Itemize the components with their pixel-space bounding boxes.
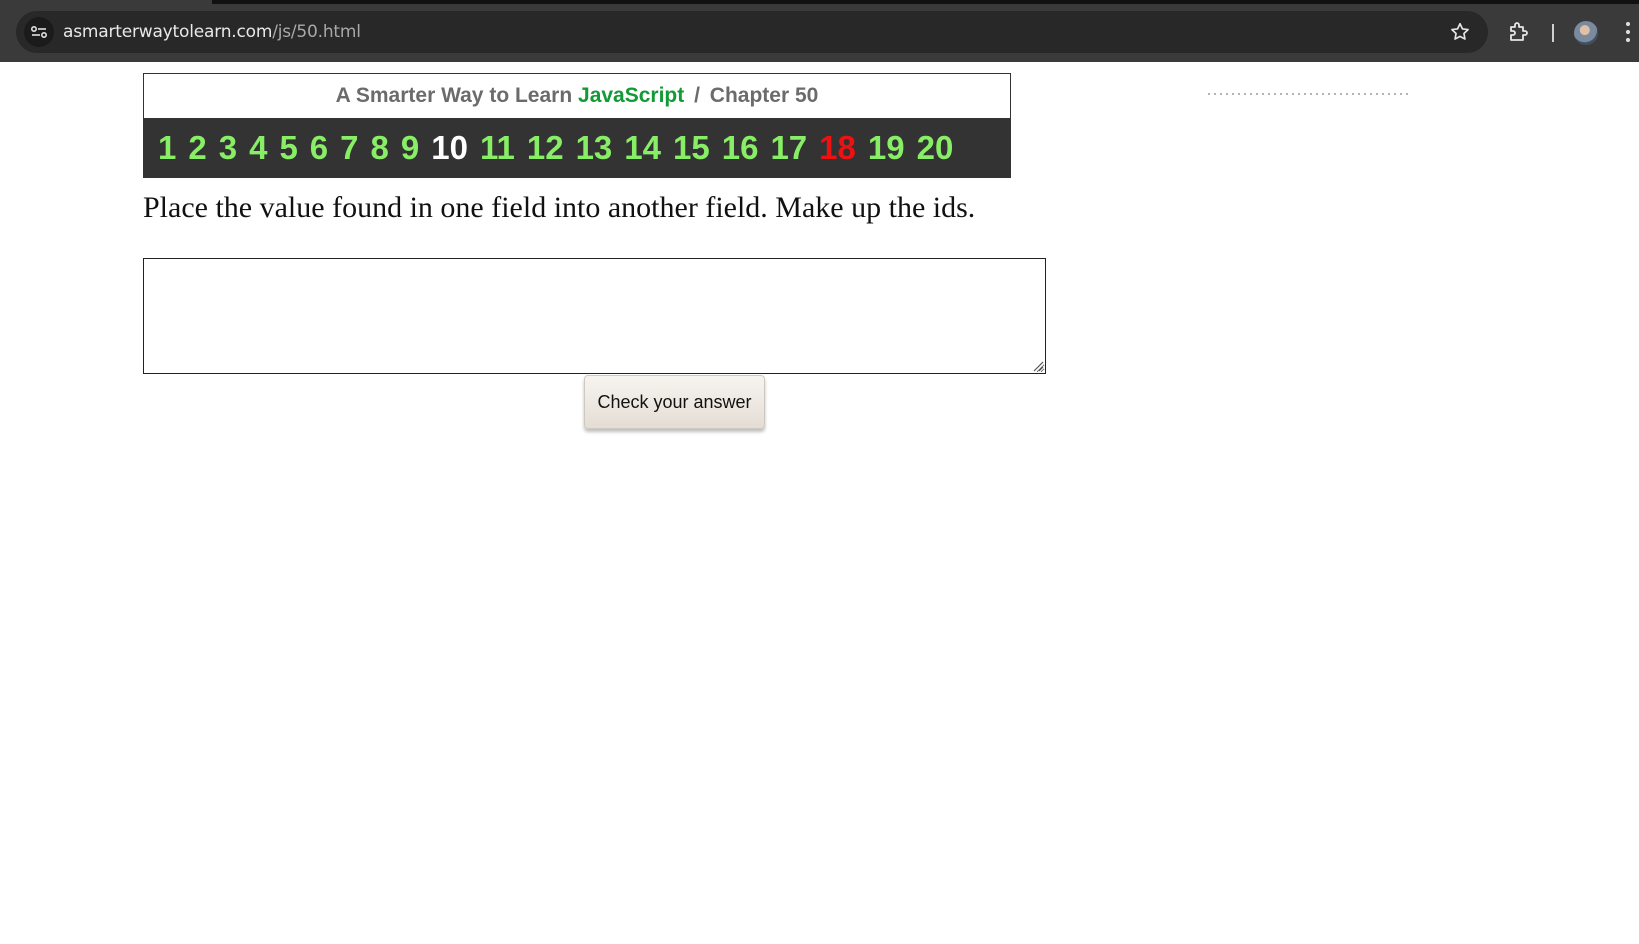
toolbar-divider xyxy=(1552,24,1554,42)
browser-toolbar: asmarterwaytolearn.com/js/50.html xyxy=(0,0,1639,62)
exercise-link-10[interactable]: 10 xyxy=(431,118,468,178)
exercise-number-nav: 1 2 3 4 5 6 7 8 9 10 11 12 13 14 15 16 17 18 19 20 xyxy=(144,118,1010,178)
exercise-link-8[interactable]: 8 xyxy=(371,118,389,178)
exercise-link-4[interactable]: 4 xyxy=(249,118,267,178)
extensions-puzzle-icon[interactable] xyxy=(1507,20,1531,44)
exercise-link-6[interactable]: 6 xyxy=(310,118,328,178)
exercise-link-3[interactable]: 3 xyxy=(219,118,237,178)
exercise-link-13[interactable]: 13 xyxy=(576,118,613,178)
title-prefix: A Smarter Way to Learn xyxy=(335,84,573,107)
resize-grip-icon[interactable] xyxy=(1031,359,1044,372)
exercise-link-9[interactable]: 9 xyxy=(401,118,419,178)
exercise-link-17[interactable]: 17 xyxy=(770,118,807,178)
exercise-link-20[interactable]: 20 xyxy=(917,118,954,178)
exercise-link-11[interactable]: 11 xyxy=(480,118,515,178)
exercise-link-1[interactable]: 1 xyxy=(158,118,176,178)
exercise-link-18[interactable]: 18 xyxy=(819,118,856,178)
tab-strip-edge xyxy=(212,0,1639,4)
bookmark-star-icon[interactable] xyxy=(1449,21,1471,43)
site-info-icon[interactable] xyxy=(24,17,54,47)
profile-avatar[interactable] xyxy=(1574,21,1598,45)
check-answer-button[interactable]: Check your answer xyxy=(584,375,765,429)
exercise-prompt: Place the value found in one field into … xyxy=(143,191,976,224)
exercise-link-14[interactable]: 14 xyxy=(624,118,661,178)
dotted-divider xyxy=(1206,93,1412,95)
answer-textarea[interactable] xyxy=(143,258,1046,374)
exercise-link-5[interactable]: 5 xyxy=(279,118,297,178)
exercise-link-15[interactable]: 15 xyxy=(673,118,710,178)
url-path: /js/50.html xyxy=(272,22,361,42)
course-title: A Smarter Way to Learn JavaScript / Chap… xyxy=(144,74,1010,118)
exercise-link-7[interactable]: 7 xyxy=(340,118,358,178)
title-separator: / xyxy=(694,84,700,107)
exercise-link-16[interactable]: 16 xyxy=(722,118,759,178)
exercise-link-19[interactable]: 19 xyxy=(868,118,905,178)
title-brand-link[interactable]: JavaScript xyxy=(578,84,684,107)
url-text[interactable]: asmarterwaytolearn.com/js/50.html xyxy=(63,22,361,42)
exercise-link-2[interactable]: 2 xyxy=(188,118,206,178)
course-header: A Smarter Way to Learn JavaScript / Chap… xyxy=(143,73,1011,178)
chapter-label: Chapter 50 xyxy=(709,84,819,107)
url-host: asmarterwaytolearn.com xyxy=(63,22,273,42)
exercise-link-12[interactable]: 12 xyxy=(527,118,564,178)
address-bar[interactable]: asmarterwaytolearn.com/js/50.html xyxy=(16,11,1488,53)
browser-menu-icon[interactable] xyxy=(1623,20,1633,44)
